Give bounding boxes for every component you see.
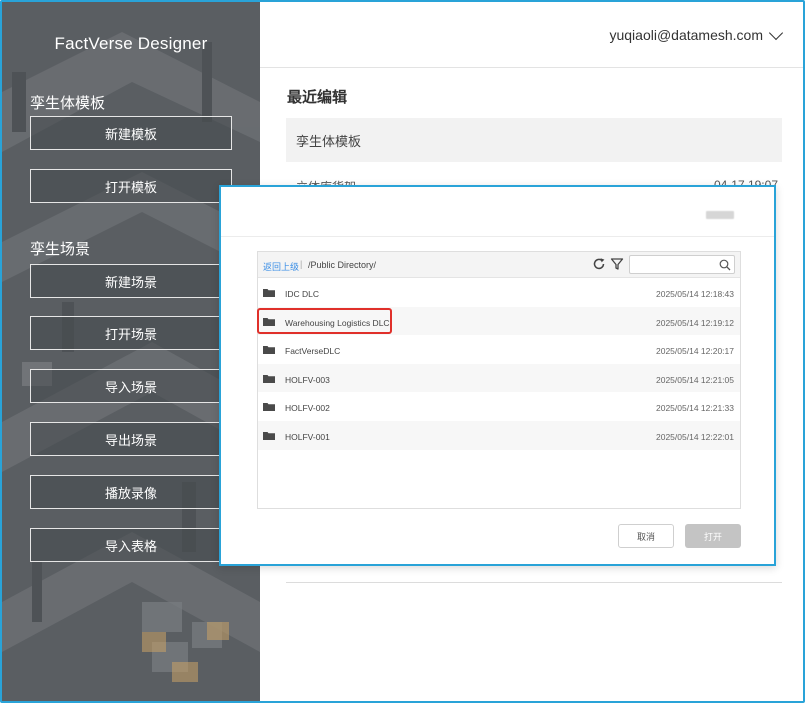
new-template-button[interactable]: 新建模板 [30, 116, 232, 150]
folder-icon [263, 289, 275, 297]
recent-edits-title: 最近编辑 [287, 89, 348, 106]
open-template-button[interactable]: 打开模板 [30, 169, 232, 203]
file-name: Warehousing Logistics DLC [285, 317, 390, 328]
app-title: FactVerse Designer [54, 34, 208, 53]
open-scene-button[interactable]: 打开场景 [30, 316, 232, 350]
file-row-holfv-003[interactable]: HOLFV-003 2025/05/14 12:21:05 [258, 363, 740, 393]
file-name: HOLFV-002 [285, 403, 330, 414]
user-email: yuqiaoli@datamesh.com [609, 27, 763, 43]
import-scene-button[interactable]: 导入场景 [30, 369, 232, 403]
file-list: IDC DLC 2025/05/14 12:18:43 Warehousing … [258, 278, 740, 450]
file-row-warehousing-logistics-dlc[interactable]: Warehousing Logistics DLC 2025/05/14 12:… [258, 306, 740, 336]
file-browser-toolbar: 返回上级 | /Public Directory/ [258, 252, 740, 278]
user-menu[interactable]: yuqiaoli@datamesh.com [609, 25, 784, 43]
divider [286, 582, 782, 583]
search-icon[interactable] [719, 259, 731, 271]
recent-tab-twin-template[interactable]: 孪生体模板 [286, 118, 782, 162]
import-table-button[interactable]: 导入表格 [30, 528, 232, 562]
file-row-idc-dlc[interactable]: IDC DLC 2025/05/14 12:18:43 [258, 278, 740, 307]
twin-scene-section-title: 孪生场景 [30, 241, 91, 258]
play-recording-button[interactable]: 播放录像 [30, 475, 232, 509]
file-date: 2025/05/14 12:18:43 [656, 289, 734, 299]
file-name: HOLFV-003 [285, 374, 330, 385]
folder-icon [263, 403, 275, 412]
cancel-button[interactable]: 取消 [618, 524, 674, 548]
file-name: HOLFV-001 [285, 431, 330, 442]
export-scene-button[interactable]: 导出场景 [30, 422, 232, 456]
file-date: 2025/05/14 12:20:17 [656, 346, 734, 357]
dialog-header [221, 187, 774, 237]
folder-icon [263, 317, 275, 326]
folder-icon [263, 431, 275, 440]
file-name: IDC DLC [285, 289, 320, 299]
file-date: 2025/05/14 12:21:05 [656, 374, 734, 385]
refresh-icon[interactable] [592, 257, 606, 271]
current-path: /Public Directory/ [308, 260, 377, 270]
app-window: FactVerse Designer 孪生体模板 新建模板 打开模板 孪生场景 … [0, 0, 805, 703]
twin-template-section-title: 孪生体模板 [30, 95, 106, 112]
filter-icon[interactable] [610, 257, 624, 271]
file-date: 2025/05/14 12:21:33 [656, 403, 734, 414]
folder-icon [263, 374, 275, 383]
file-date: 2025/05/14 12:22:01 [656, 431, 734, 442]
file-browser: 返回上级 | /Public Directory/ IDC DLC 2025/0… [257, 251, 741, 509]
back-to-parent-link[interactable]: 返回上级 [263, 260, 299, 273]
search-input[interactable] [629, 255, 735, 274]
folder-icon [263, 346, 275, 355]
file-date: 2025/05/14 12:19:12 [656, 317, 734, 328]
file-row-holfv-001[interactable]: HOLFV-001 2025/05/14 12:22:01 [258, 420, 740, 450]
recent-tab-label: 孪生体模板 [296, 133, 362, 149]
new-scene-button[interactable]: 新建场景 [30, 264, 232, 298]
open-button[interactable]: 打开 [685, 524, 741, 548]
file-row-factversedlc[interactable]: FactVerseDLC 2025/05/14 12:20:17 [258, 335, 740, 364]
top-bar: yuqiaoli@datamesh.com [260, 2, 803, 68]
path-separator: | [300, 259, 303, 269]
chevron-down-icon[interactable] [768, 25, 784, 40]
file-row-holfv-002[interactable]: HOLFV-002 2025/05/14 12:21:33 [258, 392, 740, 421]
dialog-title-blurred [706, 211, 734, 219]
file-name: FactVerseDLC [285, 346, 341, 357]
open-file-dialog: 返回上级 | /Public Directory/ IDC DLC 2025/0… [219, 185, 776, 566]
